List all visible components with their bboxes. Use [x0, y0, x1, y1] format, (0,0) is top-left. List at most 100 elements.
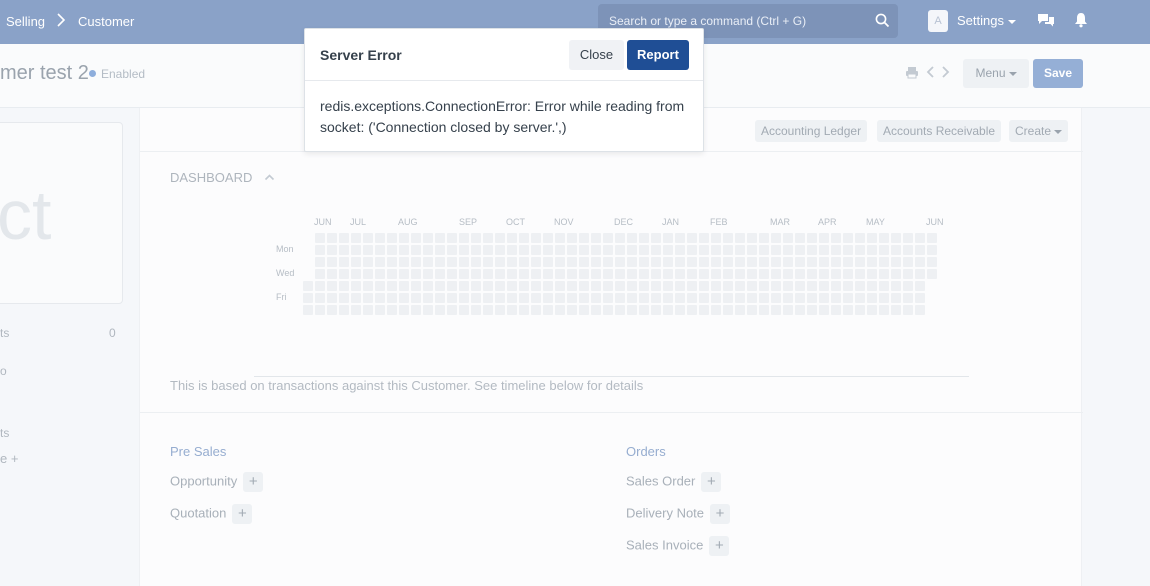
heatmap-cell	[459, 293, 469, 303]
heatmap-cell	[339, 293, 349, 303]
link-sales-invoice[interactable]: Sales Invoice +	[626, 536, 730, 556]
heatmap-cell	[783, 233, 793, 243]
heatmap-cell	[711, 233, 721, 243]
heatmap-cell	[651, 269, 661, 279]
status-dot	[89, 70, 96, 77]
heatmap-cell	[351, 269, 361, 279]
sidebar-item-label[interactable]: o	[0, 364, 7, 378]
sidebar-item-label[interactable]: e +	[0, 451, 18, 466]
heatmap-cell	[399, 233, 409, 243]
heatmap-cell	[495, 281, 505, 291]
menu-button[interactable]: Menu	[963, 59, 1029, 88]
heatmap-cell	[351, 257, 361, 267]
heatmap-cell	[579, 233, 589, 243]
heatmap-cell	[831, 245, 841, 255]
heatmap-cell	[759, 245, 769, 255]
link-quotation[interactable]: Quotation +	[170, 504, 253, 524]
breadcrumb-customer[interactable]: Customer	[78, 14, 134, 29]
heatmap-cell	[603, 305, 613, 315]
heatmap-cell	[411, 245, 421, 255]
link-opportunity[interactable]: Opportunity +	[170, 472, 264, 492]
link-label[interactable]: Opportunity	[170, 473, 237, 488]
bell-icon[interactable]	[1074, 12, 1088, 33]
heatmap-cell	[567, 245, 577, 255]
save-button[interactable]: Save	[1033, 59, 1083, 88]
plus-icon[interactable]: +	[232, 504, 253, 524]
heatmap-cell	[747, 293, 757, 303]
heatmap-cell	[339, 233, 349, 243]
collapse-chevron-icon[interactable]	[264, 169, 275, 184]
heatmap-cell	[375, 233, 385, 243]
accounts-receivable-button[interactable]: Accounts Receivable	[877, 120, 1002, 142]
heatmap-cell	[387, 233, 397, 243]
heatmap-cell	[555, 233, 565, 243]
heatmap-cell	[579, 293, 589, 303]
heatmap-cell	[615, 245, 625, 255]
heatmap-cell	[879, 233, 889, 243]
heatmap-cell	[927, 269, 937, 279]
plus-icon[interactable]: +	[243, 472, 264, 492]
sidebar-item-label[interactable]: ts	[0, 426, 9, 440]
accounting-ledger-button[interactable]: Accounting Ledger	[755, 120, 868, 142]
heatmap-cell	[471, 233, 481, 243]
heatmap-cell	[843, 305, 853, 315]
heatmap-cell	[795, 293, 805, 303]
link-label[interactable]: Delivery Note	[626, 505, 704, 520]
heatmap-cell	[891, 233, 901, 243]
heatmap-cell	[711, 269, 721, 279]
sidebar-item-label[interactable]: ts	[0, 326, 9, 340]
heatmap-cell	[663, 257, 673, 267]
previous-record-icon[interactable]	[925, 65, 935, 84]
breadcrumb-selling[interactable]: Selling	[6, 14, 45, 29]
heatmap-cell	[555, 257, 565, 267]
link-delivery-note[interactable]: Delivery Note +	[626, 504, 731, 524]
report-button[interactable]: Report	[627, 40, 689, 70]
link-label[interactable]: Quotation	[170, 505, 226, 520]
heatmap-cell	[603, 245, 613, 255]
heatmap-cell	[699, 257, 709, 267]
heatmap-cell	[819, 305, 829, 315]
heatmap-cell	[615, 293, 625, 303]
heatmap-cell	[915, 245, 925, 255]
heatmap-cell	[735, 293, 745, 303]
heatmap-cell	[783, 293, 793, 303]
dashboard-heading[interactable]: DASHBOARD	[170, 169, 275, 185]
plus-icon[interactable]: +	[701, 472, 722, 492]
plus-icon[interactable]: +	[710, 504, 731, 524]
heatmap-cell	[543, 305, 553, 315]
heatmap-cell	[531, 245, 541, 255]
link-sales-order[interactable]: Sales Order +	[626, 472, 722, 492]
chevron-right-icon	[56, 12, 66, 32]
search-icon[interactable]	[875, 13, 890, 33]
heatmap-cell	[747, 269, 757, 279]
heatmap-cell	[567, 257, 577, 267]
heatmap-cell	[459, 233, 469, 243]
menu-label: Menu	[975, 66, 1006, 80]
heatmap-cell	[927, 257, 937, 267]
print-icon[interactable]	[905, 66, 919, 84]
heatmap-cell	[627, 305, 637, 315]
close-button[interactable]: Close	[569, 40, 624, 70]
heatmap-cell	[747, 245, 757, 255]
heatmap-month-label: JUN	[926, 217, 944, 227]
heatmap-cell	[519, 269, 529, 279]
heatmap-cell	[519, 281, 529, 291]
plus-icon[interactable]: +	[709, 536, 730, 556]
customer-image-placeholder[interactable]: ct	[0, 122, 123, 304]
heatmap-cell	[891, 257, 901, 267]
heatmap-cell	[339, 245, 349, 255]
create-dropdown[interactable]: Create	[1009, 120, 1069, 142]
heatmap-cell	[879, 257, 889, 267]
heatmap-cell	[531, 305, 541, 315]
page-title: mer test 2	[0, 62, 89, 84]
heatmap-cell	[579, 269, 589, 279]
settings-dropdown[interactable]: Settings	[957, 13, 1016, 28]
chat-icon[interactable]	[1037, 12, 1055, 33]
heatmap-cell	[471, 293, 481, 303]
heatmap-cell	[711, 245, 721, 255]
avatar[interactable]: A	[928, 10, 948, 32]
next-record-icon[interactable]	[941, 65, 951, 84]
heatmap-cell	[831, 293, 841, 303]
link-label[interactable]: Sales Order	[626, 473, 695, 488]
link-label[interactable]: Sales Invoice	[626, 537, 703, 552]
